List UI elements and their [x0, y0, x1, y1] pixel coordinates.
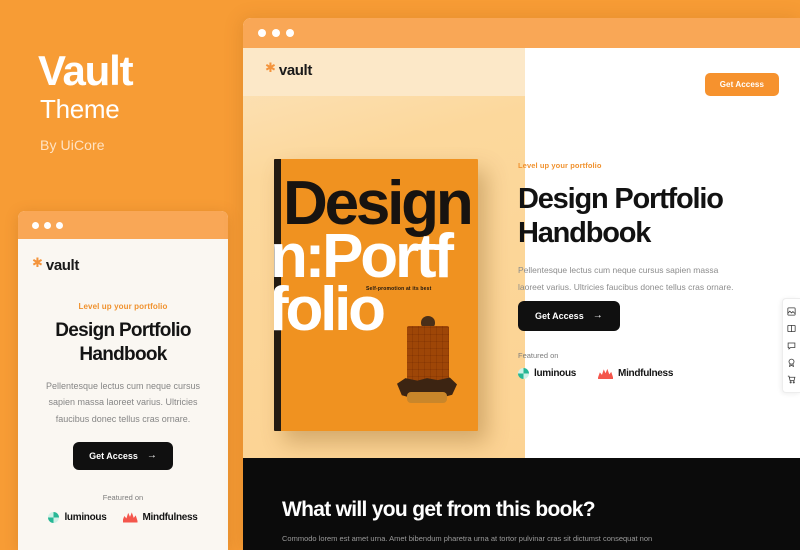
chat-bubble-icon[interactable] — [783, 337, 800, 354]
window-dot-close[interactable] — [32, 221, 39, 229]
mini-brand-name: vault — [45, 257, 79, 274]
hero-featured-logos: luminous Mindfulness — [518, 368, 673, 379]
mini-eyebrow: Level up your portfolio — [78, 302, 168, 311]
mini-cta-wrap: Get Access → — [32, 441, 214, 470]
window-dot-minimize[interactable] — [44, 221, 51, 229]
hero-section: ✱ vault Design n:Portf folio Self-promot… — [243, 48, 800, 458]
mini-mockup-body: ✱ vault Level up your portfolio Design P… — [18, 239, 228, 523]
window-dot-close[interactable] — [258, 29, 266, 37]
mini-brand-logo[interactable]: ✱ vault — [32, 255, 214, 274]
promo-title: Vault — [38, 47, 134, 94]
dark-section: What will you get from this book? Commod… — [243, 458, 800, 550]
mindfulness-label: Mindfulness — [142, 511, 198, 523]
mini-paragraph: Pellentesque lectus cum neque cursus sap… — [45, 380, 201, 424]
dark-section-paragraph: Commodo lorem est amet urna. Amet bibend… — [282, 534, 653, 550]
arrow-right-icon: → — [592, 310, 603, 321]
book-open-icon[interactable] — [783, 320, 800, 337]
hero-paragraph: Pellentesque lectus cum neque cursus sap… — [518, 265, 734, 292]
illustration-base — [407, 392, 447, 403]
promo-panel: Vault Theme By UiCore ✱ vault Level up y… — [0, 0, 240, 550]
asterisk-icon: ✱ — [265, 60, 276, 75]
dark-section-heading: What will you get from this book? — [282, 498, 596, 521]
floating-icon-rail — [782, 298, 800, 393]
mini-browser-chrome — [18, 211, 228, 239]
mini-heading: Design Portfolio Handbook — [55, 320, 191, 366]
browser-chrome — [243, 18, 800, 48]
mindfulness-mark-icon — [122, 512, 138, 523]
asterisk-icon: ✱ — [32, 255, 43, 270]
featured-logo-mindfulness: Mindfulness — [598, 368, 673, 379]
badge-icon[interactable] — [783, 354, 800, 371]
arrow-right-icon: → — [146, 449, 157, 461]
luminous-label: luminous — [534, 368, 577, 379]
book-cover-tagline: Self-promotion at its best — [366, 286, 432, 292]
mini-get-access-button[interactable]: Get Access → — [73, 441, 173, 470]
page-content: ✱ vault Design n:Portf folio Self-promot… — [243, 48, 800, 550]
window-dot-maximize[interactable] — [286, 29, 294, 37]
mini-featured-label: Featured on — [102, 492, 144, 502]
featured-logo-luminous: luminous — [48, 511, 107, 523]
illustration-board — [407, 326, 449, 383]
luminous-mark-icon — [518, 368, 529, 379]
hero-content-panel: Get Access — [525, 48, 800, 458]
featured-logo-mindfulness: Mindfulness — [122, 511, 198, 523]
hero-get-access-button[interactable]: Get Access → — [518, 301, 620, 331]
window-dot-maximize[interactable] — [56, 221, 63, 229]
mini-nav: ✱ vault — [32, 239, 214, 278]
book-cover-illustration — [397, 314, 457, 419]
hero-cta-label: Get Access — [535, 311, 584, 321]
promo-author: By UiCore — [40, 137, 105, 153]
book-cover-image: Design n:Portf folio Self-promotion at i… — [274, 159, 478, 431]
promo-subtitle: Theme — [40, 94, 120, 124]
featured-logo-luminous: luminous — [518, 368, 576, 379]
image-icon[interactable] — [783, 303, 800, 320]
mindfulness-label: Mindfulness — [618, 368, 674, 379]
hero-heading: Design Portfolio Handbook — [518, 183, 724, 250]
mini-mockup-card: ✱ vault Level up your portfolio Design P… — [18, 211, 228, 550]
hero-featured-label: Featured on — [518, 351, 559, 360]
brand-name: vault — [278, 62, 312, 79]
luminous-mark-icon — [48, 511, 60, 523]
hero-visual-panel: ✱ vault Design n:Portf folio Self-promot… — [243, 48, 525, 458]
brand-logo[interactable]: ✱ vault — [265, 60, 312, 79]
window-dot-minimize[interactable] — [272, 29, 280, 37]
hero-eyebrow: Level up your portfolio — [518, 161, 602, 170]
mini-cta-label: Get Access — [89, 450, 138, 461]
mini-featured-logos: luminous Mindfulness — [32, 511, 214, 523]
cart-icon[interactable] — [783, 371, 800, 388]
browser-window: ✱ vault Design n:Portf folio Self-promot… — [243, 18, 800, 550]
nav-get-access-button[interactable]: Get Access — [704, 73, 779, 96]
mindfulness-mark-icon — [598, 368, 614, 379]
luminous-label: luminous — [64, 511, 107, 523]
